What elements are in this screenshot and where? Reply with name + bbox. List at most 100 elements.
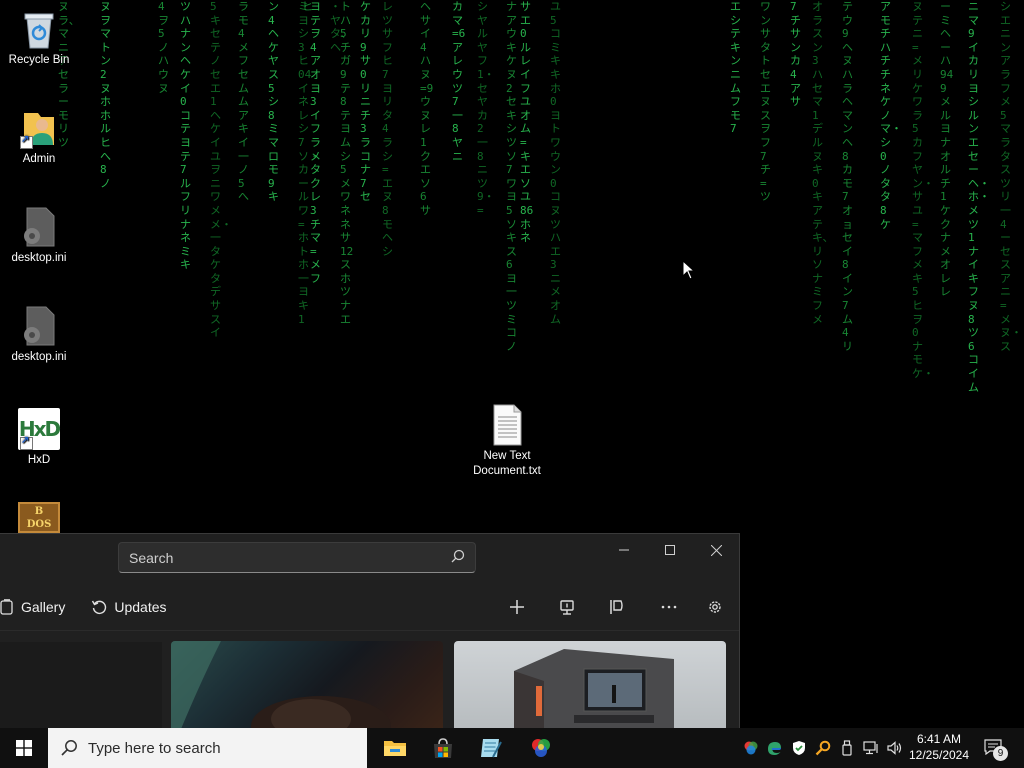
- taskbar-search-input[interactable]: Type here to search: [48, 728, 367, 768]
- tray-search-app[interactable]: [813, 728, 833, 768]
- nav-item-gallery-label: Gallery: [21, 599, 66, 615]
- tray-security[interactable]: [788, 728, 810, 768]
- toolbar-divider: [0, 630, 739, 631]
- matrix-rain-column: テウ9ヘヌハラヘマンヘ8カモ7オョセイ8イン7ム4リ: [842, 0, 853, 353]
- matrix-rain-column: ツハナンヘケイ0コテヨテ7ルフリナネミキ: [180, 0, 191, 272]
- text-file-icon: [486, 404, 528, 446]
- matrix-rain-column: ヘサイ4ハヌ=9ウヌレ1クエソ6サ: [420, 0, 434, 217]
- desktop-icon-recycle-bin[interactable]: Recycle Bin: [1, 8, 77, 68]
- network-icon: [863, 741, 878, 755]
- more-icon: [661, 605, 677, 609]
- matrix-rain-column: ヌテニ=メリケワラ5カフヤン・サユ=マフメキ5ヒヲ0ナモケ・: [912, 0, 934, 381]
- settings-button[interactable]: [695, 592, 735, 622]
- taskbar-file-explorer[interactable]: [371, 728, 419, 768]
- desktop-icon-dosbox[interactable]: B DOS: [1, 502, 77, 536]
- settings-file-icon: [18, 206, 60, 248]
- maximize-icon: [665, 545, 675, 555]
- window-search-placeholder: Search: [129, 549, 174, 566]
- nav-item-updates-label: Updates: [114, 599, 167, 615]
- start-button[interactable]: [0, 728, 48, 768]
- add-icon: [510, 600, 524, 614]
- updates-icon: [92, 600, 107, 614]
- desktop-icon-label: Admin: [22, 153, 56, 165]
- taskbar: Type here to search 6:41 AM 12/25/2024 9: [0, 728, 1024, 768]
- notification-count-badge: 9: [993, 746, 1008, 761]
- matrix-rain-column: ヌヲマトン2ヌホホルヒへ8ノ: [100, 0, 111, 190]
- flag-icon: [610, 600, 623, 614]
- edge-tray-icon: [768, 742, 781, 755]
- desktop-icon-hxd[interactable]: HxD HxD: [1, 408, 77, 468]
- slideshow-button[interactable]: [547, 592, 587, 622]
- matrix-rain-column: レツサフヒ7ヨリタ4ラシ=エヌ8モヘシ: [382, 0, 393, 258]
- tray-colorful-app[interactable]: [741, 728, 761, 768]
- minimize-button[interactable]: [601, 534, 647, 566]
- clock-time: 6:41 AM: [916, 732, 962, 746]
- microsoft-store-icon: [434, 738, 452, 758]
- matrix-rain-column: トハ5チガ9テ8テヨムシ5メワネネサ12スホツナエ: [340, 0, 354, 326]
- slideshow-icon: [560, 600, 574, 615]
- matrix-rain-column: ワンサタトセエヌスヲフ7チ=ツ: [760, 0, 771, 204]
- matrix-rain-column: エシテキンニムフモ7: [730, 0, 741, 136]
- windows-logo-icon: [16, 740, 32, 756]
- nav-item-updates[interactable]: Updates: [91, 599, 167, 615]
- matrix-rain-column: ーミヘーハ949メルヨナオルチ1ケクナメオレレ: [940, 0, 954, 299]
- taskbar-color-app[interactable]: [517, 728, 565, 768]
- photo-thumbnail-art: [171, 641, 391, 729]
- desktop-icon-label: HxD: [27, 454, 51, 466]
- window-nav: Gallery Updates: [0, 592, 193, 622]
- left-panel: [0, 642, 162, 729]
- mouse-cursor-icon: [682, 259, 696, 284]
- matrix-rain-column: ケカリ9サ0リニチ3ラコナ7セ: [360, 0, 371, 204]
- matrix-rain-column: 7チサンカ4アサ: [790, 0, 801, 109]
- search-tray-icon: [815, 740, 831, 756]
- desktop-icon-desktop-ini-2[interactable]: desktop.ini: [1, 305, 77, 365]
- tray-edge[interactable]: [764, 728, 784, 768]
- search-icon: [61, 740, 77, 756]
- colorful-app-icon: [744, 741, 758, 755]
- matrix-rain-column: ニマ9イカリヨシルンエセーヘ・ホ・メツ1ナイキフヌ8ツ6コイム: [968, 0, 990, 394]
- tray-network[interactable]: [860, 728, 882, 768]
- matrix-rain-column: シヤルヤフ1・セヤカ2一8ニツ9・=: [477, 0, 495, 217]
- gallery-icon: [0, 599, 13, 615]
- taskbar-microsoft-store[interactable]: [419, 728, 467, 768]
- desktop-icon-desktop-ini-1[interactable]: desktop.ini: [1, 206, 77, 266]
- taskbar-notepad[interactable]: [467, 728, 515, 768]
- matrix-rain-column: サエ0ルレイフユオム=キエソユ86ホネ: [520, 0, 534, 245]
- photo-thumbnail-art: [514, 649, 674, 729]
- notification-center-button[interactable]: 9: [980, 728, 1008, 768]
- shortcut-arrow-icon: [20, 134, 33, 149]
- minimize-icon: [619, 549, 629, 551]
- usb-icon: [842, 740, 852, 756]
- window-search-input[interactable]: Search: [118, 542, 476, 573]
- photos-app-window[interactable]: Search Gallery Updates: [0, 533, 740, 729]
- more-button[interactable]: [649, 592, 689, 622]
- dosbox-logo-text: B DOS: [26, 506, 52, 530]
- settings-file-icon: [18, 305, 60, 347]
- security-shield-icon: [793, 741, 805, 755]
- notepad-icon: [481, 739, 502, 758]
- matrix-rain-column: ナアウキケヌ2セキシツソ7ワヨ5ソキス6ヨ一ツミコノ: [506, 0, 517, 353]
- desktop-icon-new-text-document[interactable]: New Text Document.txt: [469, 404, 545, 479]
- maximize-button[interactable]: [647, 534, 693, 566]
- hxd-icon: HxD: [18, 408, 61, 450]
- matrix-rain-column: ヨテヲ4アオヨ3イフラメタクレ3チマ=メフ: [310, 0, 321, 285]
- flag-button[interactable]: [596, 592, 636, 622]
- file-explorer-icon: [384, 741, 406, 756]
- nav-item-gallery[interactable]: Gallery: [0, 599, 65, 615]
- clock-date: 12/25/2024: [908, 748, 970, 762]
- desktop-icon-label: desktop.ini: [11, 252, 67, 264]
- matrix-rain-column: シエニンアラフメ5マラタスツリ一4ーセスアニ=メヌ・ス: [1000, 0, 1022, 353]
- desktop-icon-label: Recycle Bin: [8, 54, 70, 66]
- close-button[interactable]: [693, 534, 739, 566]
- taskbar-clock[interactable]: 6:41 AM 12/25/2024: [902, 731, 976, 763]
- add-button[interactable]: [497, 592, 537, 622]
- close-icon: [710, 544, 722, 556]
- shortcut-arrow-icon: [20, 435, 33, 450]
- recycle-bin-icon: [18, 8, 60, 50]
- photo-thumbnail[interactable]: [171, 641, 443, 729]
- matrix-rain-column: 4ヲ5ノハウヌ: [158, 0, 169, 95]
- tray-usb[interactable]: [838, 728, 856, 768]
- photo-thumbnail[interactable]: [454, 641, 726, 729]
- desktop-icon-admin[interactable]: Admin: [1, 107, 77, 167]
- matrix-rain-column: ラモ4メフセムムアキイ一ノ5へ: [238, 0, 249, 204]
